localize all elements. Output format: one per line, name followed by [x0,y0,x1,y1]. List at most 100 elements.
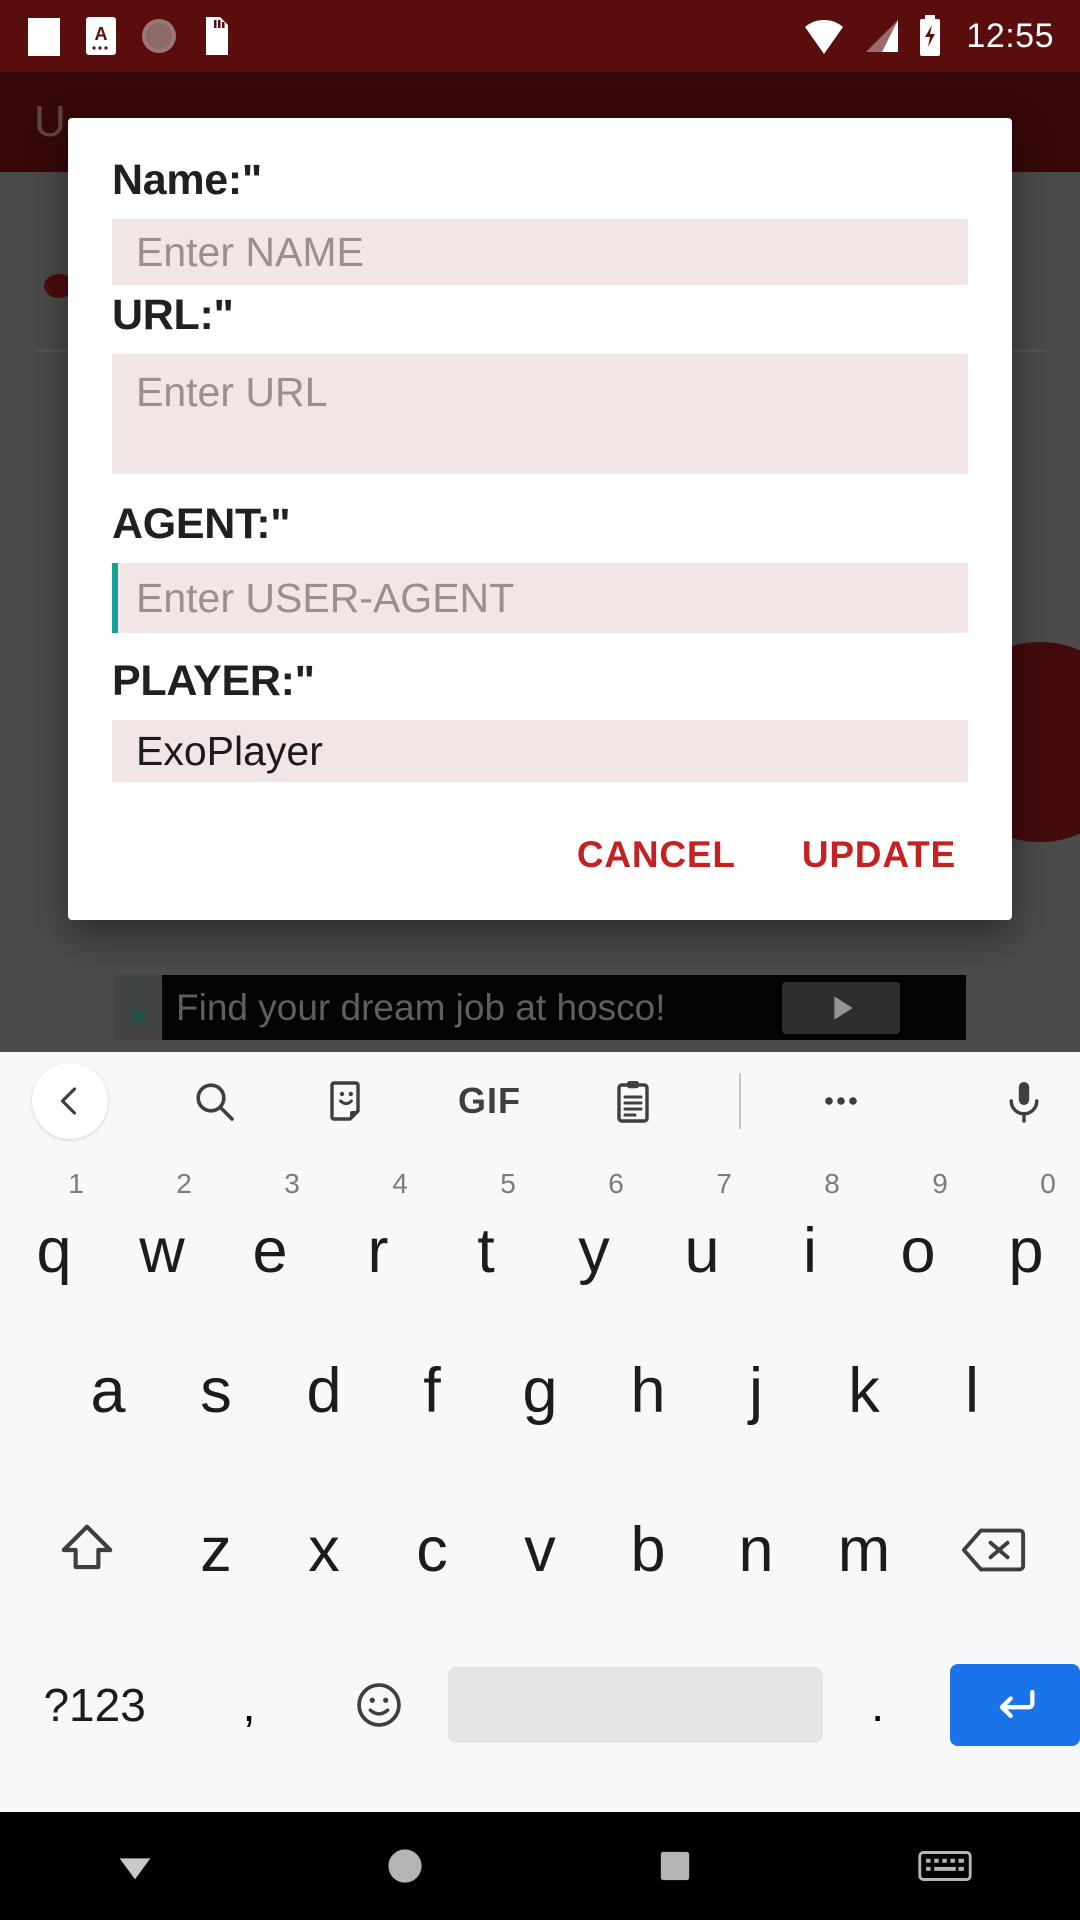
key-r[interactable]: 4r [324,1158,432,1310]
battery-charging-icon [920,15,941,56]
nav-home-button[interactable] [270,1845,540,1887]
user-agent-input-placeholder: Enter USER-AGENT [136,574,515,621]
key-j[interactable]: j [702,1310,810,1460]
nav-keyboard-icon [918,1851,972,1881]
key-c-letter: c [416,1514,448,1585]
key-z[interactable]: z [162,1490,270,1610]
key-f-letter: f [423,1355,441,1426]
key-n[interactable]: n [702,1490,810,1610]
key-v[interactable]: v [486,1490,594,1610]
key-i[interactable]: 8i [756,1158,864,1310]
dialog-action-row: CANCEL UPDATE [112,782,968,920]
keyboard-more-button[interactable] [817,1077,865,1125]
keyboard-search-button[interactable] [190,1077,238,1125]
name-input[interactable]: Enter NAME [112,219,968,285]
keyboard-mic-button[interactable] [1000,1077,1048,1125]
player-input[interactable]: ExoPlayer [112,720,968,782]
sd-card-icon [206,17,228,55]
on-screen-keyboard: GIF 1q 2w 3e 4r 5 t 6 y 7 u 8 i 9 o 0 p … [0,1052,1080,1812]
microphone-icon [1009,1082,1039,1123]
key-a[interactable]: a [54,1310,162,1460]
key-i-number: 8 [824,1168,840,1199]
nav-back-button[interactable] [0,1843,270,1889]
url-input[interactable]: Enter URL [112,354,968,474]
player-input-value: ExoPlayer [136,727,323,774]
key-y-letter: y [578,1215,610,1286]
comma-key[interactable]: , [189,1678,309,1732]
update-button[interactable]: UPDATE [802,834,956,876]
search-icon [196,1083,234,1121]
blank-notification-icon [28,18,60,56]
cell-signal-icon [866,20,899,52]
enter-key[interactable] [950,1664,1080,1746]
key-h[interactable]: h [594,1310,702,1460]
circle-dotted-icon [142,19,176,53]
key-q[interactable]: 1q [0,1158,108,1310]
player-field-label: PLAYER:" [112,657,315,705]
key-g[interactable]: g [486,1310,594,1460]
key-m[interactable]: m [810,1490,918,1610]
keyboard-gif-button[interactable]: GIF [458,1080,521,1122]
key-w-letter: w [139,1215,185,1286]
key-w-number: 2 [176,1168,192,1199]
period-key[interactable]: . [823,1678,933,1732]
keyboard-back-button[interactable] [32,1063,108,1139]
keyboard-toolbar: GIF [0,1052,1080,1150]
key-w[interactable]: 2w [108,1158,216,1310]
key-e-number: 3 [284,1168,300,1199]
name-input-placeholder: Enter NAME [136,228,364,275]
key-o-letter: o [900,1215,936,1286]
cancel-button[interactable]: CANCEL [577,834,736,876]
key-k[interactable]: k [810,1310,918,1460]
key-j-letter: j [749,1355,763,1426]
key-b[interactable]: b [594,1490,702,1610]
key-a-letter: a [90,1355,126,1426]
edit-channel-dialog: Name:" Enter NAME URL:" Enter URL AGENT:… [68,118,1012,920]
key-l[interactable]: l [918,1310,1026,1460]
key-v-letter: v [524,1514,556,1585]
nav-keyboard-button[interactable] [810,1846,1080,1886]
emoji-icon [356,1683,401,1727]
key-o[interactable]: 9o [864,1158,972,1310]
keyboard-row-4: ?123 , . [0,1630,1080,1780]
keyboard-clipboard-button[interactable] [609,1077,657,1125]
emoji-key[interactable] [309,1679,448,1731]
key-u-letter: u [684,1215,720,1286]
status-bar-right-icons: 12:55 [802,14,1054,58]
key-d[interactable]: d [270,1310,378,1460]
key-q-letter: q [36,1215,72,1286]
keyboard-toolbar-divider [739,1073,741,1129]
key-y[interactable]: 6y [540,1158,648,1310]
backspace-key[interactable] [918,1490,1068,1610]
backspace-icon [961,1528,1026,1572]
key-p[interactable]: 0p [972,1158,1080,1310]
clipboard-icon [617,1081,649,1123]
space-key[interactable] [448,1667,823,1743]
key-x[interactable]: x [270,1490,378,1610]
key-u[interactable]: 7u [648,1158,756,1310]
text-cursor [112,563,118,633]
key-q-number: 1 [68,1168,84,1199]
nav-recents-button[interactable] [540,1846,810,1886]
key-r-number: 4 [392,1168,408,1199]
url-field-label: URL:" [112,291,234,339]
keyboard-sticker-button[interactable] [324,1077,372,1125]
user-agent-input[interactable]: Enter USER-AGENT [112,563,968,633]
key-f[interactable]: f [378,1310,486,1460]
key-e[interactable]: 3e [216,1158,324,1310]
key-b-letter: b [630,1514,666,1585]
key-n-letter: n [738,1514,774,1585]
key-g-letter: g [522,1355,558,1426]
a-badge-icon: A [86,17,116,55]
shift-key[interactable] [12,1490,162,1610]
wifi-icon [805,20,844,54]
key-t[interactable]: 5t [432,1158,540,1310]
url-input-placeholder: Enter URL [136,369,328,415]
symbols-key[interactable]: ?123 [0,1678,189,1732]
key-k-letter: k [848,1355,880,1426]
key-s[interactable]: s [162,1310,270,1460]
key-e-letter: e [252,1215,288,1286]
key-x-letter: x [308,1514,340,1585]
nav-back-icon [119,1858,151,1880]
key-c[interactable]: c [378,1490,486,1610]
